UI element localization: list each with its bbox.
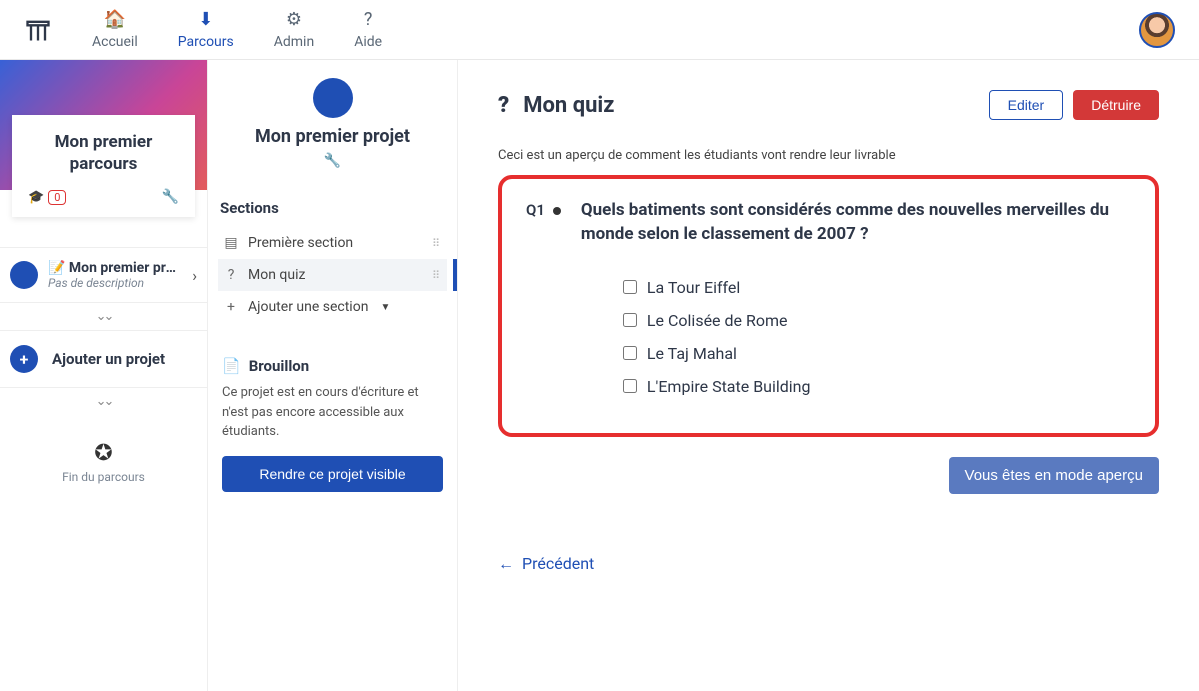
nav-label: Admin <box>274 34 314 50</box>
end-of-path: ✪ Fin du parcours <box>0 441 207 484</box>
add-project-label: Ajouter un projet <box>52 350 165 368</box>
option-checkbox[interactable] <box>623 280 637 294</box>
nav-aide[interactable]: ? Aide <box>354 9 382 50</box>
option-checkbox[interactable] <box>623 379 637 393</box>
nav-label: Aide <box>354 34 382 50</box>
laurel-icon: ✪ <box>0 441 207 466</box>
bullet-icon <box>553 207 561 215</box>
draft-icon: 📄 <box>222 357 241 375</box>
main-content: ? Mon quiz Editer Détruire Ceci est un a… <box>458 60 1199 691</box>
nav-admin[interactable]: ⚙ Admin <box>274 9 314 50</box>
make-visible-button[interactable]: Rendre ce projet visible <box>222 456 443 492</box>
collapse-icon[interactable]: ⌄⌄ <box>0 303 207 330</box>
destroy-button[interactable]: Détruire <box>1073 90 1159 120</box>
fin-label: Fin du parcours <box>0 470 207 484</box>
top-nav: 🏠 Accueil ⬇ Parcours ⚙ Admin ? Aide <box>0 0 1199 60</box>
nav-parcours[interactable]: ⬇ Parcours <box>178 9 234 50</box>
project-panel-title: Mon premier projet <box>218 126 447 147</box>
question-text: Quels batiments sont considérés comme de… <box>581 199 1131 247</box>
option-checkbox[interactable] <box>623 346 637 360</box>
question-number: Q1 <box>526 201 545 219</box>
project-item[interactable]: 📝 Mon premier pro... Pas de description … <box>0 247 207 303</box>
project-name-text: Mon premier pro... <box>69 260 182 276</box>
option-label: Le Colisée de Rome <box>647 311 788 330</box>
option-d[interactable]: L'Empire State Building <box>581 370 1131 403</box>
edit-button[interactable]: Editer <box>989 90 1064 120</box>
plus-circle-icon: + <box>10 345 38 373</box>
previous-label: Précédent <box>522 554 594 573</box>
nav-label: Parcours <box>178 34 234 50</box>
collapse-icon[interactable]: ⌄⌄ <box>0 388 207 415</box>
question-icon: ? <box>364 9 373 30</box>
badge-count: 0 <box>48 190 66 205</box>
home-icon: 🏠 <box>104 9 126 30</box>
project-desc: Pas de description <box>48 276 182 290</box>
option-c[interactable]: Le Taj Mahal <box>581 337 1131 370</box>
section-label: Mon quiz <box>248 267 305 283</box>
drag-handle-icon[interactable]: ⠿ <box>432 237 441 250</box>
parcours-card: Mon premier parcours 🎓 0 🔧 <box>12 115 195 217</box>
cogs-icon: ⚙ <box>286 9 302 30</box>
caret-down-icon: ▼ <box>380 302 390 313</box>
option-label: La Tour Eiffel <box>647 278 740 297</box>
parcours-title: Mon premier parcours <box>22 131 185 175</box>
option-label: L'Empire State Building <box>647 377 811 396</box>
add-section-button[interactable]: + Ajouter une section ▼ <box>218 291 447 323</box>
chevron-right-icon: › <box>192 266 197 285</box>
project-dot-icon <box>10 261 38 289</box>
question-icon: ? <box>498 93 509 118</box>
section-label: Première section <box>248 235 353 251</box>
plus-icon: + <box>224 299 238 315</box>
preview-mode-badge: Vous êtes en mode aperçu <box>949 457 1159 494</box>
section-item-premiere[interactable]: ▤ Première section ⠿ <box>218 227 447 259</box>
graduation-badge[interactable]: 🎓 0 <box>28 189 66 205</box>
add-project-button[interactable]: + Ajouter un projet <box>0 330 207 388</box>
arrow-left-icon: ← <box>498 554 514 574</box>
drag-handle-icon[interactable]: ⠿ <box>432 269 441 282</box>
option-b[interactable]: Le Colisée de Rome <box>581 304 1131 337</box>
nav-label: Accueil <box>92 34 138 50</box>
brouillon-desc: Ce projet est en cours d'écriture et n'e… <box>222 383 443 442</box>
user-avatar[interactable] <box>1139 12 1175 48</box>
wrench-icon[interactable]: 🔧 <box>218 153 447 169</box>
graduation-icon: 🎓 <box>28 190 44 205</box>
sections-heading: Sections <box>220 199 447 217</box>
option-checkbox[interactable] <box>623 313 637 327</box>
add-section-label: Ajouter une section <box>248 299 368 315</box>
preview-note: Ceci est un aperçu de comment les étudia… <box>498 148 1159 163</box>
edit-icon: 📝 <box>48 260 65 276</box>
previous-link[interactable]: ← Précédent <box>498 554 594 574</box>
logo-icon <box>24 16 52 44</box>
option-label: Le Taj Mahal <box>647 344 737 363</box>
project-sidebar: Mon premier projet 🔧 Sections ▤ Première… <box>208 60 458 691</box>
nav-accueil[interactable]: 🏠 Accueil <box>92 9 138 50</box>
brouillon-title: Brouillon <box>249 357 310 375</box>
document-icon: ▤ <box>224 235 238 251</box>
section-item-quiz[interactable]: ? Mon quiz ⠿ <box>218 259 447 291</box>
project-avatar-icon <box>313 78 353 118</box>
path-icon: ⬇ <box>198 9 213 30</box>
page-title-text: Mon quiz <box>523 93 614 118</box>
wrench-icon[interactable]: 🔧 <box>162 189 179 205</box>
quiz-preview-box: Q1 Quels batiments sont considérés comme… <box>498 175 1159 437</box>
option-a[interactable]: La Tour Eiffel <box>581 271 1131 304</box>
question-icon: ? <box>224 267 238 283</box>
parcours-sidebar: Mon premier parcours 🎓 0 🔧 📝 Mon premier… <box>0 60 208 691</box>
